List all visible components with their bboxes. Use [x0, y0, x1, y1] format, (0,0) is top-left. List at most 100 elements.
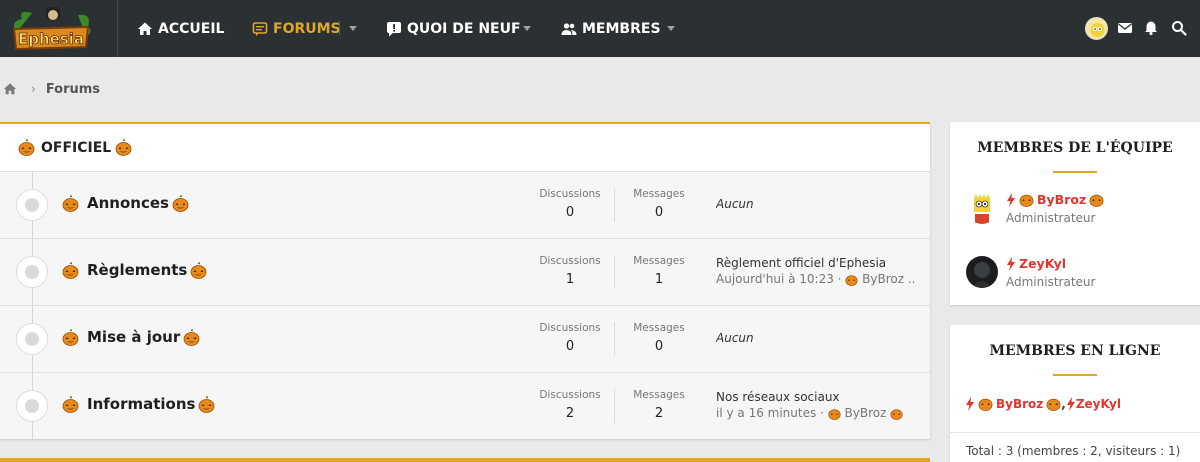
pumpkin-icon: [1089, 192, 1104, 207]
stat-label: Discussions: [539, 389, 601, 401]
forum-node-informations[interactable]: Informations Discussions 2 Messages 2 No…: [0, 373, 930, 440]
chevron-down-icon[interactable]: [523, 26, 531, 31]
node-title[interactable]: Annonces: [62, 194, 189, 212]
last-post-title[interactable]: Nos réseaux sociaux: [716, 390, 916, 404]
title-rule: [1053, 374, 1097, 376]
messages-stat: Messages 2: [614, 389, 704, 421]
stat-value: 0: [565, 205, 575, 220]
forum-icon: [252, 21, 268, 37]
last-post: Aucun: [716, 323, 916, 345]
forum-node-reglements[interactable]: Règlements Discussions 1 Messages 1 Règl…: [0, 239, 930, 306]
node-status-icon: [16, 323, 48, 355]
node-title[interactable]: Mise à jour: [62, 328, 200, 346]
stat-value: 2: [565, 406, 575, 421]
nav-item-membres[interactable]: MEMBRES: [561, 0, 661, 57]
online-user[interactable]: ByBroz: [996, 397, 1043, 411]
nav-item-label: MEMBRES: [582, 20, 661, 37]
last-post-user[interactable]: ByBroz ...: [862, 272, 916, 286]
bolt-icon: [1006, 192, 1016, 207]
node-title-text: Informations: [87, 395, 196, 413]
avatar[interactable]: [966, 256, 998, 288]
avatar[interactable]: [966, 192, 998, 224]
pumpkin-icon: [18, 139, 35, 156]
bell-icon[interactable]: [1143, 20, 1159, 36]
pumpkin-icon: [845, 273, 858, 286]
online-user[interactable]: ZeyKyl: [1076, 397, 1121, 411]
discussions-stat: Discussions 2: [525, 389, 615, 421]
staff-member[interactable]: ByBroz Administrateur: [966, 192, 1196, 228]
online-members-widget: MEMBRES EN LIGNE ByBroz , ZeyKyl Total :…: [950, 325, 1200, 462]
online-users-list: ByBroz , ZeyKyl: [965, 396, 1121, 411]
node-title[interactable]: Règlements: [62, 261, 207, 279]
nav-item-accueil[interactable]: ACCUEIL: [137, 0, 224, 57]
stat-label: Discussions: [539, 255, 601, 267]
last-post-none: Aucun: [716, 331, 754, 345]
nav-item-label: QUOI DE NEUF: [407, 20, 521, 37]
nav-item-label: FORUMS: [273, 20, 341, 37]
node-status-icon: [16, 189, 48, 221]
pumpkin-icon: [1046, 396, 1061, 411]
stat-value: 2: [654, 406, 664, 421]
pumpkin-icon: [890, 407, 903, 420]
pumpkin-icon: [62, 328, 79, 346]
stat-label: Messages: [633, 255, 685, 267]
discussions-stat: Discussions 0: [525, 188, 615, 220]
forum-node-mise-a-jour[interactable]: Mise à jour Discussions 0 Messages 0 Auc…: [0, 306, 930, 373]
home-icon[interactable]: [3, 82, 17, 96]
staff-role: Administrateur: [1006, 275, 1096, 289]
node-title-text: Règlements: [87, 261, 188, 279]
stat-value: 0: [654, 339, 664, 354]
site-logo[interactable]: Ephesia: [8, 3, 94, 53]
stat-label: Messages: [633, 389, 685, 401]
next-category-border: [0, 458, 930, 462]
title-rule: [1053, 171, 1097, 173]
pumpkin-icon: [198, 395, 215, 413]
messages-stat: Messages 1: [614, 255, 704, 287]
pumpkin-icon: [62, 261, 79, 279]
last-post-title[interactable]: Règlement officiel d'Ephesia: [716, 256, 916, 270]
online-total: Total : 3 (membres : 2, visiteurs : 1): [950, 432, 1200, 458]
widget-title: MEMBRES DE L'ÉQUIPE: [977, 140, 1173, 156]
chevron-down-icon[interactable]: [349, 26, 357, 31]
pumpkin-icon: [62, 194, 79, 212]
staff-member[interactable]: ZeyKyl Administrateur: [966, 256, 1196, 292]
pumpkin-icon: [1019, 192, 1034, 207]
nav-item-quoi-de-neuf[interactable]: QUOI DE NEUF: [386, 0, 521, 57]
last-post-meta: il y a 16 minutes · ByBroz: [716, 406, 916, 420]
logo-divider: [117, 0, 118, 57]
search-icon[interactable]: [1171, 20, 1187, 36]
pumpkin-icon: [978, 396, 993, 411]
messages-stat: Messages 0: [614, 188, 704, 220]
last-post-none: Aucun: [716, 197, 754, 211]
node-status-icon: [16, 256, 48, 288]
node-title-text: Annonces: [87, 194, 169, 212]
nav-item-forums[interactable]: FORUMS: [252, 0, 341, 57]
avatar[interactable]: [1085, 17, 1108, 40]
nav-item-label: ACCUEIL: [158, 20, 225, 37]
stat-value: 0: [654, 205, 664, 220]
chevron-down-icon[interactable]: [667, 26, 675, 31]
breadcrumb-current[interactable]: Forums: [46, 82, 100, 97]
stat-value: 1: [654, 272, 664, 287]
whats-new-icon: [386, 21, 402, 37]
discussions-stat: Discussions 0: [525, 322, 615, 354]
stat-label: Messages: [633, 188, 685, 200]
forum-category: OFFICIEL Annonces Discussions 0 Messages…: [0, 122, 930, 439]
staff-name[interactable]: ZeyKyl: [1006, 256, 1066, 271]
last-post-meta: Aujourd'hui à 10:23 · ByBroz ...: [716, 272, 916, 286]
last-post-time: il y a 16 minutes ·: [716, 406, 828, 420]
node-title[interactable]: Informations: [62, 395, 215, 413]
staff-name[interactable]: ByBroz: [1006, 192, 1104, 207]
chevron-right-icon: ›: [31, 82, 36, 96]
forum-node-annonces[interactable]: Annonces Discussions 0 Messages 0 Aucun: [0, 172, 930, 239]
mail-icon[interactable]: [1117, 20, 1133, 36]
last-post-user[interactable]: ByBroz: [845, 406, 887, 420]
pumpkin-icon: [190, 261, 207, 279]
node-status-icon: [16, 390, 48, 422]
last-post-time: Aujourd'hui à 10:23 ·: [716, 272, 846, 286]
category-header[interactable]: OFFICIEL: [0, 124, 930, 172]
last-post: Nos réseaux sociaux il y a 16 minutes · …: [716, 390, 916, 420]
last-post: Aucun: [716, 189, 916, 211]
last-post: Règlement officiel d'Ephesia Aujourd'hui…: [716, 256, 916, 286]
breadcrumb: › Forums: [3, 81, 100, 97]
